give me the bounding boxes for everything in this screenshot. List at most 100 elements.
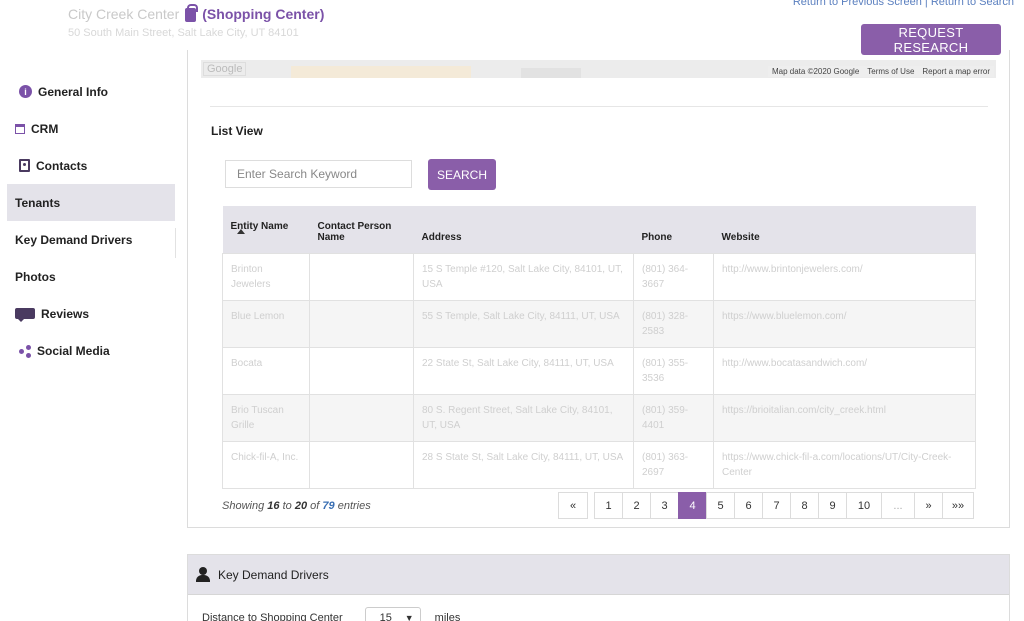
page-title: City Creek Center (Shopping Center) <box>68 4 325 22</box>
contact-cell <box>309 252 414 301</box>
column-header-address[interactable]: Address <box>413 206 634 253</box>
column-header-phone[interactable]: Phone <box>633 206 714 253</box>
contact-cell <box>309 346 414 395</box>
tenants-panel: Google Map data ©2020 Google Terms of Us… <box>187 50 1010 528</box>
sidebar-item-photos[interactable]: Photos <box>7 258 175 295</box>
sidebar-item-tenants[interactable]: Tenants <box>7 184 175 221</box>
column-header-entity-name[interactable]: Entity Name <box>222 206 310 253</box>
website-cell[interactable]: https://www.bluelemon.com/ <box>713 299 976 348</box>
contact-cell <box>309 393 414 442</box>
link-separator: | <box>924 0 928 8</box>
entity-name-cell[interactable]: Chick-fil-A, Inc. <box>222 440 310 489</box>
distance-select[interactable]: 15 ▼ <box>364 607 421 621</box>
return-previous-link[interactable]: Return to Previous Screen <box>793 0 922 8</box>
map-terms-link[interactable]: Terms of Use <box>867 67 914 76</box>
table-row: Brio Tuscan Grille 80 S. Regent Street, … <box>222 393 976 442</box>
sidebar: i General Info CRM Contacts Tenants Key … <box>7 73 175 369</box>
column-header-contact-person[interactable]: Contact Person Name <box>309 206 414 253</box>
page-button-2[interactable]: 2 <box>622 492 651 519</box>
page-button-5[interactable]: 5 <box>706 492 735 519</box>
phone-cell: (801) 328-2583 <box>633 299 714 348</box>
sidebar-divider <box>175 228 176 258</box>
sidebar-item-contacts[interactable]: Contacts <box>7 147 175 184</box>
search-input[interactable] <box>225 160 412 188</box>
contact-cell <box>309 299 414 348</box>
table-row: Bocata 22 State St, Salt Lake City, 8411… <box>222 346 976 395</box>
entity-name-cell[interactable]: Blue Lemon <box>222 299 310 348</box>
contact-card-icon <box>19 159 30 172</box>
page-button-9[interactable]: 9 <box>818 492 847 519</box>
page-button-1[interactable]: 1 <box>594 492 623 519</box>
return-search-link[interactable]: Return to Search <box>931 0 1014 8</box>
next-page-button[interactable]: » <box>914 492 943 519</box>
entity-name-cell[interactable]: Bocata <box>222 346 310 395</box>
website-cell[interactable]: http://www.brintonjewelers.com/ <box>713 252 976 301</box>
shopping-bag-icon <box>185 4 199 22</box>
map-tile <box>521 68 581 78</box>
sidebar-item-label: Contacts <box>36 158 88 173</box>
sidebar-item-label: Reviews <box>41 306 90 321</box>
user-icon <box>196 567 210 582</box>
page-button-10[interactable]: 10 <box>846 492 882 519</box>
showing-entries-text: Showing 16 to 20 of 79 entries <box>222 500 371 512</box>
center-name: City Creek Center <box>68 6 180 22</box>
distance-unit: miles <box>434 612 461 621</box>
sidebar-item-label: Photos <box>15 269 56 284</box>
comment-icon <box>15 308 35 322</box>
entity-name-cell[interactable]: Brinton Jewelers <box>222 252 310 301</box>
website-cell[interactable]: https://brioitalian.com/city_creek.html <box>713 393 976 442</box>
pagination: « 1 2 3 4 5 6 7 8 9 10 ... » »» <box>558 492 974 519</box>
entity-name-cell[interactable]: Brio Tuscan Grille <box>222 393 310 442</box>
distance-row: Distance to Shopping Center 15 ▼ miles <box>202 607 460 621</box>
divider <box>210 106 988 107</box>
first-page-button[interactable]: « <box>558 492 588 519</box>
sidebar-item-reviews[interactable]: Reviews <box>7 295 175 332</box>
info-icon: i <box>19 85 32 98</box>
page-button-8[interactable]: 8 <box>790 492 819 519</box>
address-cell: 28 S State St, Salt Lake City, 84111, UT… <box>413 440 634 489</box>
last-page-button[interactable]: »» <box>942 492 974 519</box>
sidebar-item-key-demand-drivers[interactable]: Key Demand Drivers <box>7 221 175 258</box>
center-type: (Shopping Center) <box>202 6 325 22</box>
sidebar-item-label: Key Demand Drivers <box>15 232 133 247</box>
address-cell: 80 S. Regent Street, Salt Lake City, 841… <box>413 393 634 442</box>
center-address: 50 South Main Street, Salt Lake City, UT… <box>68 27 299 39</box>
tenants-table: Entity Name Contact Person Name Address … <box>222 206 976 489</box>
pagination-ellipsis: ... <box>881 492 915 519</box>
page-button-6[interactable]: 6 <box>734 492 763 519</box>
key-demand-drivers-panel: Key Demand Drivers Distance to Shopping … <box>187 554 1010 621</box>
return-links: Return to Previous Screen | Return to Se… <box>793 0 1014 8</box>
phone-cell: (801) 359-4401 <box>633 393 714 442</box>
sidebar-item-social-media[interactable]: Social Media <box>7 332 175 369</box>
column-header-website[interactable]: Website <box>713 206 976 253</box>
panel-title: Key Demand Drivers <box>218 567 329 582</box>
table-row: Brinton Jewelers 15 S Temple #120, Salt … <box>222 252 976 301</box>
table-row: Blue Lemon 55 S Temple, Salt Lake City, … <box>222 299 976 348</box>
search-button[interactable]: SEARCH <box>428 159 496 190</box>
page-button-4[interactable]: 4 <box>678 492 707 519</box>
table-row: Chick-fil-A, Inc. 28 S State St, Salt La… <box>222 440 976 489</box>
share-icon <box>19 344 31 358</box>
website-cell[interactable]: http://www.bocatasandwich.com/ <box>713 346 976 395</box>
sidebar-item-label: Social Media <box>37 343 110 358</box>
panel-header: Key Demand Drivers <box>188 555 1009 595</box>
chevron-down-icon: ▼ <box>404 613 414 621</box>
page-button-3[interactable]: 3 <box>650 492 679 519</box>
phone-cell: (801) 363-2697 <box>633 440 714 489</box>
page-button-7[interactable]: 7 <box>762 492 791 519</box>
map-tile <box>291 66 471 78</box>
sort-asc-icon <box>236 228 245 234</box>
website-cell[interactable]: https://www.chick-fil-a.com/locations/UT… <box>713 440 976 489</box>
list-view-title: List View <box>211 124 263 138</box>
google-logo: Google <box>203 62 247 76</box>
sidebar-item-crm[interactable]: CRM <box>7 110 175 147</box>
distance-label: Distance to Shopping Center <box>202 612 343 621</box>
calendar-icon <box>15 123 25 134</box>
sidebar-item-label: Tenants <box>15 195 61 210</box>
sidebar-item-general-info[interactable]: i General Info <box>7 73 175 110</box>
map[interactable]: Google Map data ©2020 Google Terms of Us… <box>201 60 996 78</box>
sidebar-item-label: General Info <box>38 84 109 99</box>
sidebar-item-label: CRM <box>31 121 59 136</box>
map-report-link[interactable]: Report a map error <box>922 67 990 76</box>
address-cell: 55 S Temple, Salt Lake City, 84111, UT, … <box>413 299 634 348</box>
